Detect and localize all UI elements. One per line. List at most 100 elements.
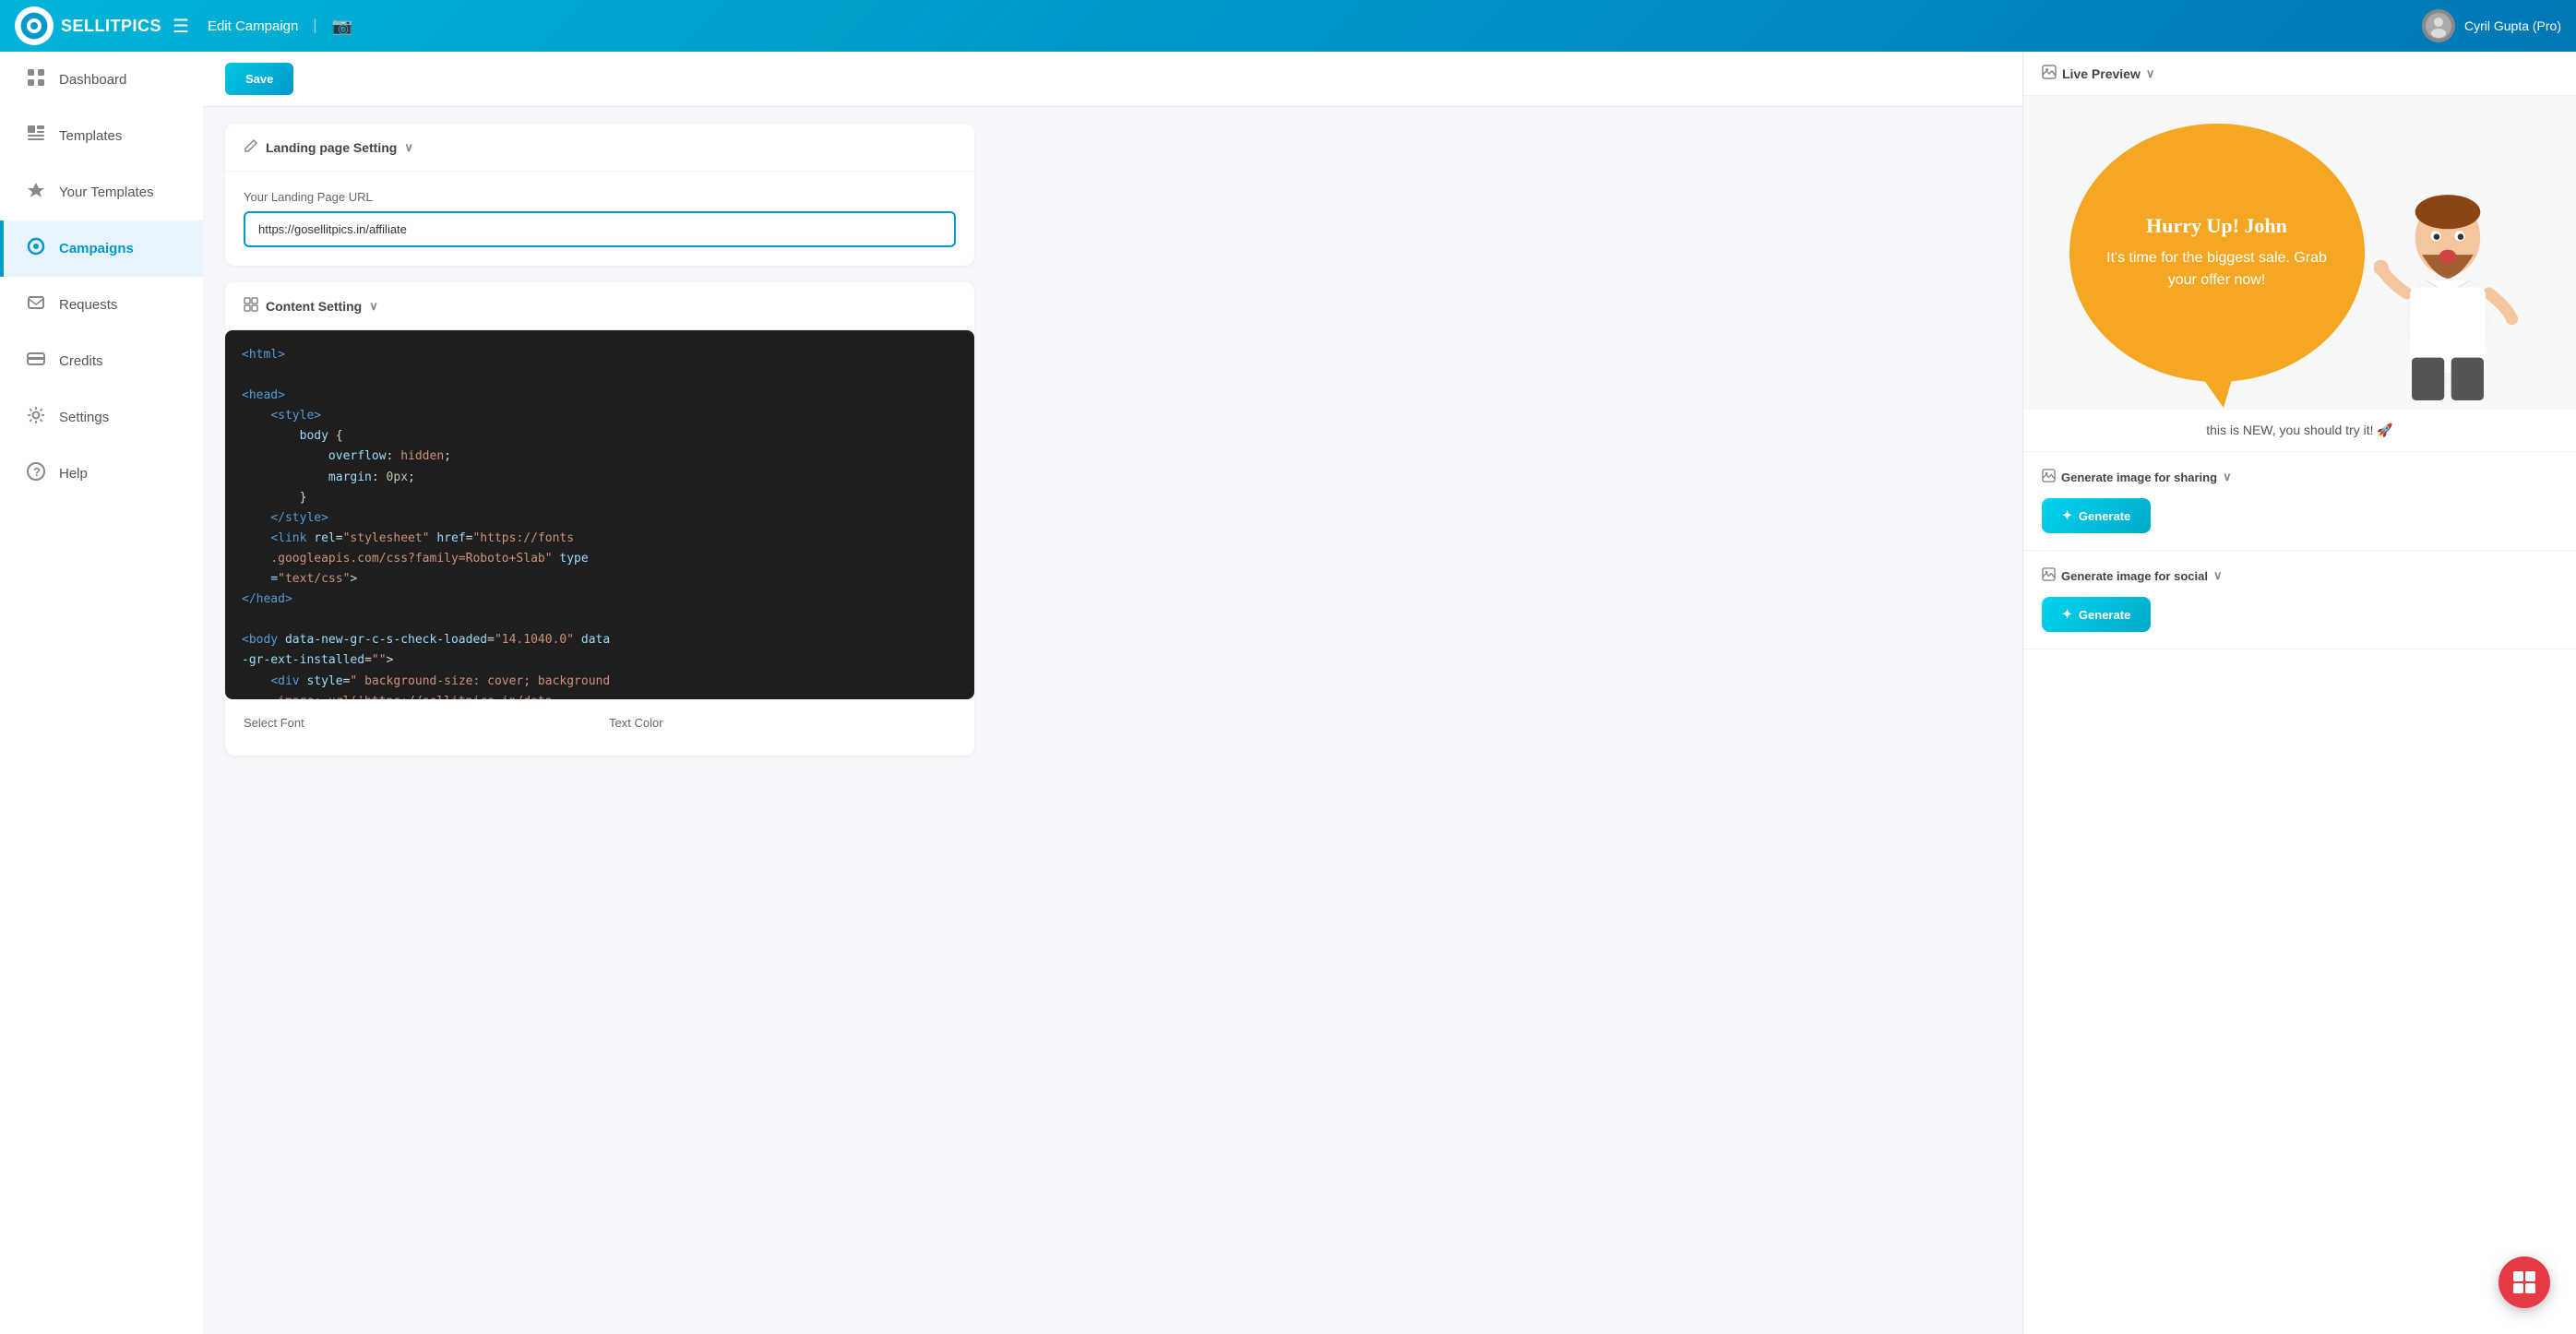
sidebar-item-campaigns[interactable]: Campaigns — [0, 220, 203, 277]
bubble-title: Hurry Up! John — [2146, 214, 2287, 238]
code-line: <link rel="stylesheet" href="https://fon… — [242, 529, 958, 549]
code-line: -image: url('https://sellitpics.in/data — [242, 692, 958, 699]
code-line: overflow: hidden; — [242, 447, 958, 467]
bubble-body: It's time for the biggest sale. Grab you… — [2095, 247, 2339, 292]
save-button[interactable]: Save — [225, 63, 293, 95]
generate-social-section: Generate image for social ∨ ✦ Generate — [2023, 551, 2576, 649]
landing-page-title: Landing page Setting — [266, 140, 397, 155]
campaigns-icon — [26, 237, 46, 260]
sparkle-icon: ✦ — [2062, 508, 2072, 523]
sidebar-item-your-templates[interactable]: Your Templates — [0, 164, 203, 220]
code-line: <style> — [242, 406, 958, 426]
generate-social-header[interactable]: Generate image for social ∨ — [2042, 567, 2558, 584]
image-sharing-icon — [2042, 469, 2056, 485]
sidebar-item-dashboard[interactable]: Dashboard — [0, 52, 203, 108]
help-icon: ? — [26, 462, 46, 485]
color-label: Text Color — [609, 716, 956, 730]
requests-icon — [26, 293, 46, 316]
image-social-icon — [2042, 567, 2056, 584]
pencil-icon — [244, 138, 258, 156]
sidebar-item-help[interactable]: ? Help — [0, 446, 203, 502]
sparkle-icon-2: ✦ — [2062, 607, 2072, 622]
code-line — [242, 365, 958, 386]
landing-page-section: Landing page Setting ∨ Your Landing Page… — [225, 124, 974, 266]
left-panel-inner: Landing page Setting ∨ Your Landing Page… — [203, 124, 996, 778]
logo: SELLITPICS — [15, 6, 161, 45]
preview-header: Live Preview ∨ — [2023, 52, 2576, 96]
code-line: <html> — [242, 345, 958, 365]
content-area: Save Landing page Setting ∨ Your Landing… — [203, 52, 2576, 1334]
code-line — [242, 610, 958, 630]
settings-icon — [26, 406, 46, 429]
header-separator: | — [313, 18, 316, 34]
code-line: <div style=" background-size: cover; bac… — [242, 672, 958, 692]
hamburger-icon[interactable]: ☰ — [173, 15, 189, 38]
page-title: Edit Campaign — [208, 18, 298, 34]
top-action-bar: Save — [203, 52, 2022, 107]
content-setting-title: Content Setting — [266, 299, 362, 314]
left-panel: Save Landing page Setting ∨ Your Landing… — [203, 52, 2022, 1334]
color-field: Text Color — [609, 716, 956, 737]
code-line: <head> — [242, 386, 958, 406]
code-line: <body data-new-gr-c-s-check-loaded="14.1… — [242, 630, 958, 650]
image-icon — [2042, 65, 2057, 82]
app-header: SELLITPICS ☰ Edit Campaign | 📷 Cyril Gup… — [0, 0, 2576, 52]
generate-social-button[interactable]: ✦ Generate — [2042, 597, 2151, 632]
speech-bubble: Hurry Up! John It's time for the biggest… — [2069, 124, 2365, 382]
sidebar-item-settings[interactable]: Settings — [0, 389, 203, 446]
floating-action-button[interactable] — [2498, 1257, 2550, 1308]
sidebar-label-your-templates: Your Templates — [59, 185, 154, 200]
preview-canvas: Hurry Up! John It's time for the biggest… — [2023, 96, 2576, 410]
user-avatar — [2422, 9, 2455, 42]
live-preview-label: Live Preview — [2062, 66, 2141, 81]
font-field: Select Font — [244, 716, 590, 737]
sidebar: Dashboard Templates Your Templates Campa… — [0, 52, 203, 1334]
generate-sharing-label: Generate image for sharing — [2061, 470, 2217, 484]
generate-sharing-chevron: ∨ — [2223, 470, 2232, 484]
header-left: SELLITPICS ☰ Edit Campaign | 📷 — [15, 6, 352, 45]
generate-social-btn-label: Generate — [2079, 608, 2130, 622]
speech-bubble-container: Hurry Up! John It's time for the biggest… — [2069, 124, 2531, 382]
landing-page-chevron: ∨ — [404, 140, 413, 155]
sidebar-item-templates[interactable]: Templates — [0, 108, 203, 164]
your-templates-icon — [26, 181, 46, 204]
camera-icon[interactable]: 📷 — [332, 17, 352, 36]
code-line: </style> — [242, 508, 958, 529]
dashboard-icon — [26, 68, 46, 91]
sidebar-item-credits[interactable]: Credits — [0, 333, 203, 389]
sidebar-label-campaigns: Campaigns — [59, 241, 134, 256]
content-setting-body: <html> <head> <style> body { overflow: h… — [225, 330, 974, 756]
code-line: margin: 0px; — [242, 468, 958, 488]
code-line: .googleapis.com/css?family=Roboto+Slab" … — [242, 549, 958, 569]
generate-sharing-button[interactable]: ✦ Generate — [2042, 498, 2151, 533]
content-setting-section: Content Setting ∨ <html> <head> <style> … — [225, 282, 974, 756]
credits-icon — [26, 350, 46, 373]
sidebar-label-settings: Settings — [59, 410, 109, 425]
person-image — [2365, 161, 2531, 400]
main-layout: Dashboard Templates Your Templates Campa… — [0, 52, 2576, 1334]
code-line: ="text/css"> — [242, 569, 958, 590]
templates-icon — [26, 125, 46, 148]
logo-text: SELLITPICS — [61, 17, 161, 36]
caption-text: this is NEW, you should try it! 🚀 — [2206, 423, 2393, 437]
font-label: Select Font — [244, 716, 590, 730]
generate-sharing-btn-label: Generate — [2079, 509, 2130, 523]
sidebar-item-requests[interactable]: Requests — [0, 277, 203, 333]
content-setting-header[interactable]: Content Setting ∨ — [225, 282, 974, 330]
landing-page-body: Your Landing Page URL — [225, 172, 974, 266]
landing-page-header[interactable]: Landing page Setting ∨ — [225, 124, 974, 172]
generate-sharing-header[interactable]: Generate image for sharing ∨ — [2042, 469, 2558, 485]
generate-sharing-section: Generate image for sharing ∨ ✦ Generate — [2023, 452, 2576, 551]
code-editor[interactable]: <html> <head> <style> body { overflow: h… — [225, 330, 974, 699]
url-label: Your Landing Page URL — [244, 190, 956, 204]
sidebar-label-requests: Requests — [59, 297, 117, 313]
svg-text:?: ? — [33, 465, 41, 479]
generate-social-chevron: ∨ — [2213, 568, 2223, 583]
sidebar-label-templates: Templates — [59, 128, 122, 144]
user-name: Cyril Gupta (Pro) — [2464, 18, 2561, 33]
landing-page-url-input[interactable] — [244, 211, 956, 247]
code-line: </head> — [242, 590, 958, 610]
content-setting-chevron: ∨ — [369, 299, 378, 314]
live-preview-chevron: ∨ — [2146, 66, 2155, 81]
grid-icon — [244, 297, 258, 315]
